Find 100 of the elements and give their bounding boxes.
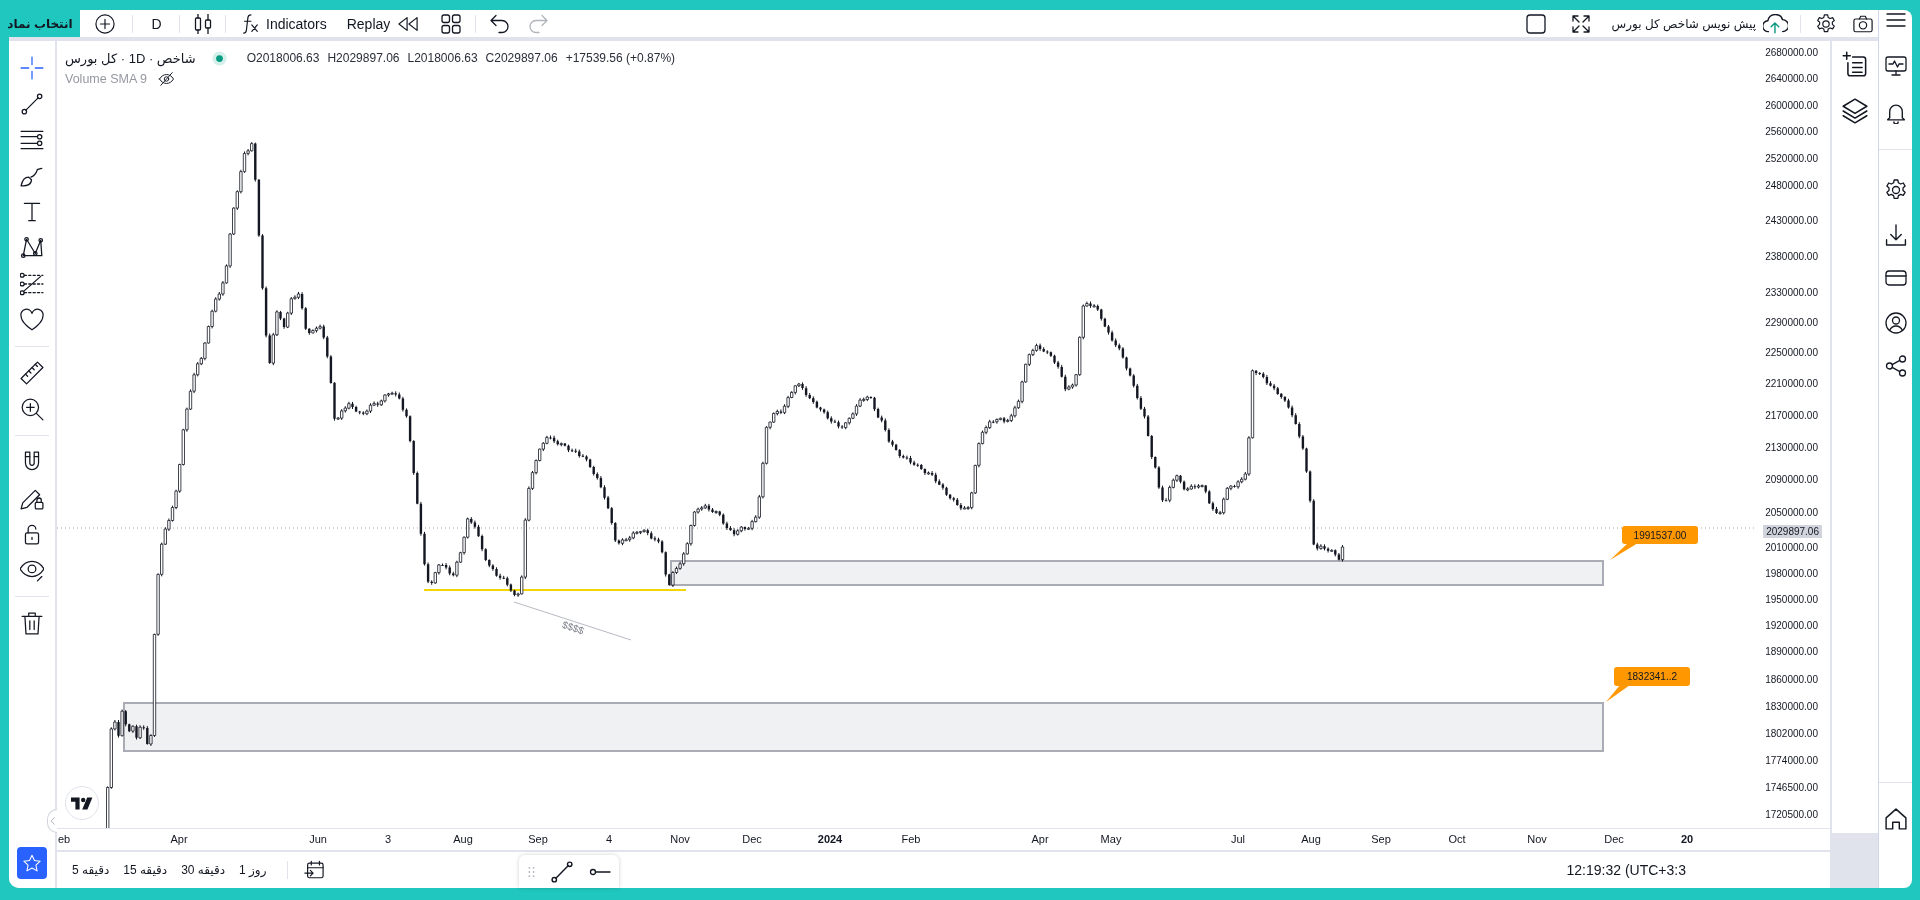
grid-icon (441, 13, 462, 34)
cloud-upload-icon (1763, 13, 1788, 34)
logo-icon (65, 786, 99, 820)
plus-circle-icon (95, 13, 115, 34)
menu-icon (1885, 10, 1906, 30)
price-label: 1890000.00 (1765, 646, 1818, 658)
star-icon (23, 854, 41, 872)
layers-icon (1842, 98, 1868, 124)
price-label: 2170000.00 (1765, 410, 1818, 422)
heart-icon (20, 307, 44, 332)
user-icon (1884, 312, 1907, 334)
time-label: Jun (309, 832, 327, 846)
price-label: 1950000.00 (1765, 594, 1818, 606)
time-label: Aug (453, 832, 473, 846)
annotation-text: $$$$ (560, 619, 586, 637)
price-callout: 1991537.00 (1610, 526, 1698, 560)
time-label: Apr (170, 832, 188, 846)
card-icon (1884, 267, 1907, 289)
clock-button[interactable]: 12:19:32 (UTC+3:3 (1566, 857, 1686, 883)
price-label: 1774000.00 (1765, 755, 1818, 767)
favorites-button[interactable] (17, 847, 47, 879)
ohlc-value: C2029897.06 (485, 51, 558, 65)
price-label: 1980000.00 (1765, 568, 1818, 580)
price-label: 1802000.00 (1765, 728, 1818, 740)
price-label: 2480000.00 (1765, 180, 1818, 192)
time-label: Aug (1301, 832, 1321, 846)
time-label: Nov (1527, 832, 1547, 846)
time-label: 3 (384, 832, 392, 846)
time-label: Dec (742, 832, 762, 846)
time-label: 2024 (817, 832, 843, 846)
interval-button[interactable]: 15 دقیقه (120, 857, 171, 883)
line-icon (551, 860, 573, 883)
crosshair-icon (20, 55, 44, 80)
save-layout-button[interactable]: پیش نویس شاخص کل بورس (1611, 10, 1788, 37)
price-label: 1746500.00 (1765, 782, 1818, 794)
ohlc-value: O2018006.63 (246, 51, 320, 65)
download-icon (1884, 224, 1907, 246)
calendar-icon (304, 860, 325, 880)
price-label: 1920000.00 (1765, 620, 1818, 632)
share-icon (1884, 355, 1907, 377)
drag-handle-icon[interactable] (528, 865, 535, 878)
monitor-pulse-icon (1884, 55, 1907, 77)
time-label: May (1100, 832, 1122, 846)
trend-line-button[interactable] (549, 858, 575, 885)
chevron-left-icon (50, 817, 55, 825)
time-label: Dec (1604, 832, 1624, 846)
interval-button[interactable]: D (145, 10, 168, 37)
time-label: Oct (1448, 832, 1466, 846)
redo-icon (528, 13, 549, 34)
time-label: Nov (670, 832, 690, 846)
status-dot-icon (211, 50, 227, 66)
time-label: Sep (528, 832, 548, 846)
symbol-title[interactable]: شاخص · 1D · کل بورس (65, 50, 196, 66)
function-icon (240, 13, 260, 34)
price-label: 2050000.00 (1765, 507, 1818, 519)
price-label: 2430000.00 (1765, 215, 1818, 227)
indicators-button[interactable]: Indicators (236, 10, 331, 37)
trash-icon (20, 610, 44, 635)
time-label: 4 (605, 832, 613, 846)
price-label: 2380000.00 (1765, 251, 1818, 263)
zigzag-icon (20, 235, 44, 260)
price-label: 2130000.00 (1765, 442, 1818, 454)
price-label: 2600000.00 (1765, 100, 1818, 112)
price-label: 2680000.00 (1765, 47, 1818, 59)
price-label: 2250000.00 (1765, 347, 1818, 359)
time-label: Sep (1371, 832, 1391, 846)
square-icon (1525, 13, 1546, 34)
symbol-search-button[interactable]: انتخاب نماد (0, 10, 80, 37)
price-label: 1720500.00 (1765, 809, 1818, 821)
time-label: Feb (901, 832, 921, 846)
line-icon (20, 91, 44, 116)
ohlc-value: H2029897.06 (327, 51, 400, 65)
add-list-icon (1842, 51, 1868, 77)
ruler-icon (20, 360, 44, 385)
settings-icon (1816, 13, 1836, 34)
bell-icon (1884, 102, 1907, 124)
price-label: 2210000.00 (1765, 378, 1818, 390)
ohlc-value: +17539.56 (+0.87%) (565, 51, 676, 65)
time-label: 20 (1680, 832, 1694, 846)
price-label: 1860000.00 (1765, 674, 1818, 686)
camera-icon (1853, 13, 1873, 34)
price-label: 2010000.00 (1765, 542, 1818, 554)
price-label: 2640000.00 (1765, 73, 1818, 85)
price-label: 2290000.00 (1765, 317, 1818, 329)
price-label: 2090000.00 (1765, 474, 1818, 486)
interval-button[interactable]: 1 روز (236, 857, 270, 883)
price-label: 2330000.00 (1765, 287, 1818, 299)
replay-button[interactable]: Replay (342, 10, 423, 37)
price-callout: 1832341..2 (1606, 667, 1690, 702)
candlestick-icon (193, 13, 213, 34)
home-icon (1884, 808, 1907, 830)
time-label: Jul (1230, 832, 1246, 846)
eye-off-icon[interactable] (158, 72, 175, 86)
undo-icon (490, 13, 511, 34)
projection-icon (20, 271, 44, 296)
time-label: Apr (1031, 832, 1049, 846)
interval-button[interactable]: 30 دقیقه (178, 857, 229, 883)
price-label: 2520000.00 (1765, 153, 1818, 165)
interval-button[interactable]: 5 دقیقه (69, 857, 113, 883)
price-label: 2560000.00 (1765, 126, 1818, 138)
